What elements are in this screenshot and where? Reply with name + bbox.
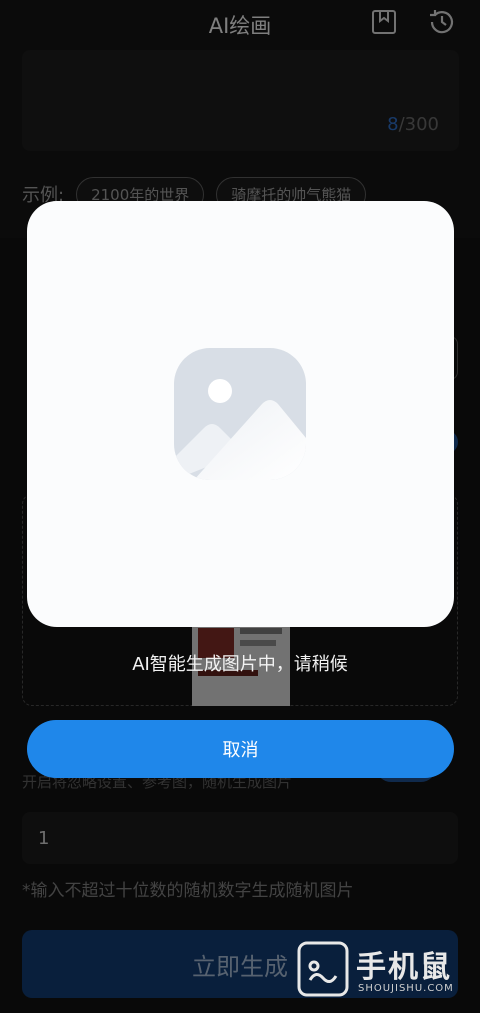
generating-status: AI智能生成图片中，请稍候 bbox=[132, 654, 348, 675]
cancel-button[interactable]: 取消 bbox=[27, 720, 454, 778]
generating-dialog bbox=[27, 201, 454, 627]
watermark-brand-en: SHOUJISHU.COM bbox=[358, 983, 454, 994]
image-placeholder-icon bbox=[174, 348, 306, 480]
watermark-logo-icon bbox=[297, 941, 349, 997]
watermark-brand-cn: 手机鼠 bbox=[356, 950, 452, 985]
watermark: 手机鼠 SHOUJISHU.COM bbox=[296, 940, 466, 998]
